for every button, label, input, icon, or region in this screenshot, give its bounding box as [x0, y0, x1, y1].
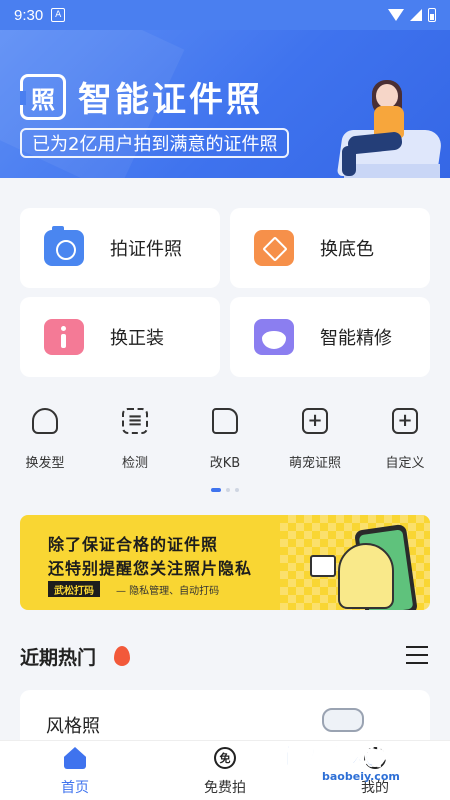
wifi-icon	[388, 9, 404, 21]
promo-banner[interactable]: 除了保证合格的证件照 还特别提醒您关注照片隐私 武松打码 — 隐私管理、自动打码	[20, 515, 430, 610]
battery-icon	[428, 8, 436, 22]
status-time: 9:30	[14, 6, 44, 24]
promo-line-2: 还特别提醒您关注照片隐私	[48, 559, 253, 578]
tool-change-hairstyle[interactable]: 换发型	[10, 404, 80, 474]
tool-label: 换发型	[25, 456, 65, 471]
tile-label: 换底色	[320, 239, 374, 260]
style-card-label: 风格照	[46, 716, 100, 737]
app-logo-icon: 照	[20, 74, 66, 120]
nav-label: 免费拍	[204, 780, 246, 796]
file-edit-icon	[212, 408, 238, 434]
tile-label: 拍证件照	[110, 239, 182, 260]
nav-label: 首页	[61, 780, 89, 796]
nav-free-shoot[interactable]: 免 免费拍	[150, 741, 300, 800]
photo-illustration	[310, 555, 336, 577]
tool-label: 改KB	[209, 456, 241, 471]
tile-take-id-photo[interactable]: 拍证件照	[20, 208, 220, 288]
tile-change-suit[interactable]: 换正装	[20, 297, 220, 377]
tool-detect[interactable]: ≡ 检测	[100, 404, 170, 474]
character-illustration	[338, 543, 394, 609]
nav-mine[interactable]: 我的	[300, 741, 450, 800]
tile-label: 换正装	[110, 328, 164, 349]
user-icon	[364, 747, 386, 769]
tool-custom[interactable]: + 自定义	[370, 404, 440, 474]
plus-square-icon: +	[302, 408, 328, 434]
tool-label: 萌宠证照	[288, 456, 341, 471]
promo-brand: 武松打码	[48, 581, 100, 597]
face-icon	[254, 319, 294, 355]
scan-icon: ≡	[122, 408, 148, 434]
camera-icon	[44, 226, 84, 266]
suit-icon	[44, 319, 84, 355]
free-icon: 免	[214, 747, 236, 769]
page-dot	[235, 488, 239, 492]
banner-title: 智能证件照	[78, 80, 263, 120]
plus-square-icon: +	[392, 408, 418, 434]
banner-slogan: 已为2亿用户拍到满意的证件照	[20, 128, 290, 158]
page-dot	[226, 488, 230, 492]
nav-home[interactable]: 首页	[0, 741, 150, 800]
tile-change-background[interactable]: 换底色	[230, 208, 430, 288]
promo-subtitle: — 隐私管理、自动打码	[116, 585, 220, 597]
nav-label: 我的	[361, 780, 389, 796]
bottom-nav: 首页 免 免费拍 我的	[0, 740, 450, 800]
tool-label: 自定义	[385, 456, 425, 471]
tile-smart-retouch[interactable]: 智能精修	[230, 297, 430, 377]
fire-icon	[114, 646, 130, 666]
notification-icon: A	[51, 8, 66, 22]
status-bar: 9:30 A	[0, 0, 450, 30]
tool-change-kb[interactable]: 改KB	[190, 404, 260, 474]
promo-line-1: 除了保证合格的证件照	[48, 535, 219, 554]
menu-icon[interactable]	[406, 646, 428, 664]
signal-icon	[410, 9, 422, 21]
tool-label: 检测	[121, 456, 148, 471]
hero-banner[interactable]: 照 智能证件照 已为2亿用户拍到满意的证件照	[0, 30, 450, 178]
tile-label: 智能精修	[320, 328, 392, 349]
tool-pet-photo[interactable]: + 萌宠证照	[280, 404, 350, 474]
section-title: 近期热门	[20, 647, 97, 669]
home-icon	[64, 747, 86, 769]
page-dot-active	[211, 488, 221, 492]
banner-illustration	[330, 68, 450, 178]
hairstyle-icon	[32, 408, 58, 434]
layers-icon	[254, 230, 294, 266]
page-indicator	[0, 488, 450, 492]
